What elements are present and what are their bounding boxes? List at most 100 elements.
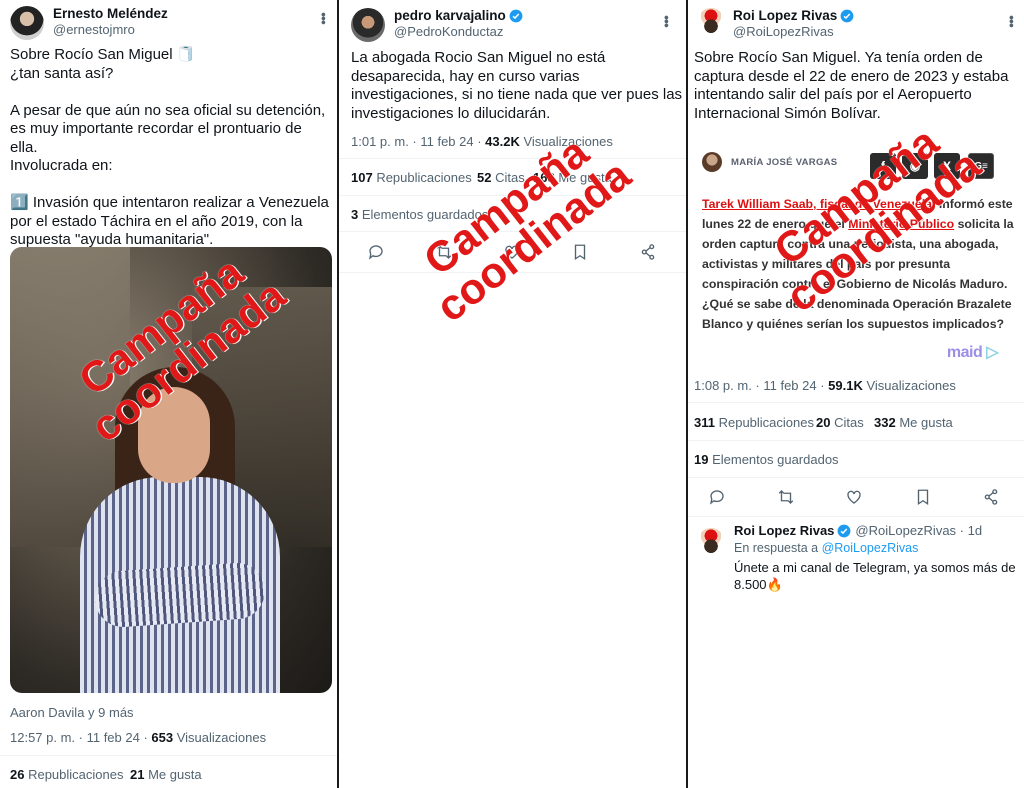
avatar[interactable] (10, 6, 44, 40)
views-count: 43.2K (485, 134, 520, 149)
share-icon[interactable] (639, 243, 657, 261)
tweet-line: Sobre Rocío San Miguel 🧻 (10, 46, 196, 63)
likes-stat[interactable]: 168 Me gusta (533, 170, 612, 185)
timestamp-line: 1:08 p. m. · 11 feb 24 · 59.1K Visualiza… (694, 378, 956, 393)
divider (688, 477, 1024, 478)
more-options-icon[interactable]: ••• (316, 12, 332, 24)
tweet-line: intentando salir del país por el Aeropue… (694, 86, 972, 103)
avatar[interactable] (351, 8, 385, 42)
verified-badge-icon (509, 9, 523, 23)
author-name[interactable]: Ernesto Meléndez (53, 6, 168, 22)
reply-icon[interactable] (367, 243, 385, 261)
article-link[interactable]: Ministerio Público (848, 217, 954, 231)
article-author: MARÍA JOSÉ VARGAS (702, 152, 837, 172)
reply-handle-time[interactable]: @RoiLopezRivas · 1d (855, 523, 982, 538)
views-label: Visualizaciones (519, 134, 613, 149)
tweet-line: 1️⃣ Invasión que intentaron realizar a V… (10, 194, 329, 211)
reposts-stat[interactable]: 26 Republicaciones (10, 767, 123, 782)
x-share-icon[interactable]: X (934, 153, 960, 179)
tweet-line: Internacional Simón Bolívar. (694, 104, 881, 122)
likes-stat[interactable]: 332 Me gusta (874, 415, 953, 430)
tweet-line: A pesar de que aún no sea oficial su det… (10, 101, 326, 119)
reposts-stat[interactable]: 311 Republicaciones (694, 415, 814, 430)
repost-icon[interactable] (777, 488, 795, 506)
tweet-line: es muy importante recordar el prontuario… (10, 120, 302, 156)
bookmark-icon[interactable] (914, 488, 932, 506)
more-options-icon[interactable]: ••• (1004, 15, 1020, 27)
bookmarks-stat[interactable]: 3 Elementos guardados (351, 207, 488, 222)
tweet-header: Ernesto Meléndez @ernestojmro (10, 6, 168, 40)
timestamp[interactable]: 1:08 p. m. · 11 feb 24 · (694, 378, 828, 393)
author-handle[interactable]: @ernestojmro (53, 22, 168, 38)
bookmarks-stat[interactable]: 19 Elementos guardados (694, 452, 839, 467)
tweet-pedro: pedro karvajalino @PedroKonductaz ••• La… (339, 0, 686, 788)
facebook-share-icon[interactable]: f (870, 153, 896, 179)
timestamp[interactable]: 1:01 p. m. · 11 feb 24 · (351, 134, 485, 149)
article-author-avatar (702, 152, 722, 172)
google-news-icon[interactable]: G≡ (968, 153, 994, 179)
whatsapp-share-icon[interactable]: ◉ (902, 153, 928, 179)
reply-avatar[interactable] (698, 528, 724, 554)
repost-icon[interactable] (435, 243, 453, 261)
tweet-line: investigaciones, si no tiene nada que ve… (351, 86, 683, 103)
author-handle[interactable]: @RoiLopezRivas (733, 24, 854, 40)
like-icon[interactable] (845, 488, 863, 506)
divider (688, 516, 1024, 517)
article-author-name: MARÍA JOSÉ VARGAS (731, 156, 838, 168)
tweet-header: pedro karvajalino @PedroKonductaz (351, 8, 523, 42)
tweet-line: Sobre Rocío San Miguel. Ya tenía orden d… (694, 49, 983, 66)
in-reply-prefix: En respuesta a (734, 541, 822, 555)
like-icon[interactable] (503, 243, 521, 261)
divider (688, 402, 1024, 403)
reply-author-name[interactable]: Roi Lopez Rivas (734, 523, 834, 538)
tweet-photo[interactable] (10, 247, 332, 693)
photo-credit[interactable]: Aaron Davila y 9 más (10, 705, 134, 720)
tweet-header: Roi Lopez Rivas @RoiLopezRivas (698, 8, 854, 40)
author-name[interactable]: pedro karvajalino (394, 8, 506, 24)
reply-header: Roi Lopez Rivas @RoiLopezRivas · 1d (734, 523, 982, 538)
tweet-roi: Roi Lopez Rivas @RoiLopezRivas ••• Sobre… (688, 0, 1024, 788)
bookmark-icon[interactable] (571, 243, 589, 261)
reposts-stat[interactable]: 107 Republicaciones (351, 170, 472, 185)
share-icon[interactable] (982, 488, 1000, 506)
tweet-line: Involucrada en: (10, 157, 113, 174)
reply-line: Únete a mi canal de Telegram, ya somos m… (734, 560, 1016, 575)
divider (339, 231, 686, 232)
in-reply-handle-link[interactable]: @RoiLopezRivas (822, 541, 919, 555)
article-text-part: solicita la orden captura contra una per… (702, 217, 1014, 331)
in-reply-to: En respuesta a @RoiLopezRivas (734, 541, 918, 555)
author-name[interactable]: Roi Lopez Rivas (733, 8, 837, 24)
tweet-text: Sobre Rocío San Miguel 🧻 ¿tan santa así?… (10, 46, 330, 250)
likes-stat[interactable]: 21 Me gusta (130, 767, 202, 782)
views-count: 653 (151, 730, 174, 745)
tweet-line: investigaciones lo dilucidarán. (351, 104, 551, 122)
quotes-stat[interactable]: 52 Citas (477, 170, 525, 185)
views-count: 59.1K (828, 378, 863, 393)
views-label: Visualizaciones (173, 730, 267, 745)
views-label: Visualizaciones (862, 378, 956, 393)
author-handle[interactable]: @PedroKonductaz (394, 24, 523, 40)
tweet-line: ¿tan santa así? (10, 64, 114, 82)
action-bar (367, 243, 657, 261)
tweet-ernesto: Ernesto Meléndez @ernestojmro ••• Sobre … (0, 0, 337, 788)
reply-text: Únete a mi canal de Telegram, ya somos m… (734, 559, 1016, 593)
tweet-line: desaparecida, hay en curso varias (351, 67, 580, 85)
article-link[interactable]: Tarek William Saab, fiscal de Venezuela (702, 197, 932, 211)
quotes-stat[interactable]: 20 Citas (816, 415, 864, 430)
reply-icon[interactable] (708, 488, 726, 506)
avatar[interactable] (698, 8, 724, 34)
timestamp[interactable]: 12:57 p. m. · 11 feb 24 · (10, 730, 151, 745)
reply-line: 8.500🔥 (734, 577, 783, 592)
divider (0, 755, 337, 756)
timestamp-line: 1:01 p. m. · 11 feb 24 · 43.2K Visualiza… (351, 134, 613, 149)
divider (339, 272, 686, 273)
tweet-text: La abogada Rocio San Miguel no está desa… (351, 49, 683, 123)
divider (688, 440, 1024, 441)
source-logo-text: maid (946, 344, 983, 361)
source-logo-mark: ▷ (986, 344, 998, 361)
source-logo: maid ▷ (946, 342, 999, 362)
tweet-line: captura desde el 22 de enero de 2023 y e… (694, 67, 1009, 85)
more-options-icon[interactable]: ••• (659, 15, 675, 27)
article-card[interactable]: MARÍA JOSÉ VARGAS f ◉ X G≡ Tarek William… (694, 144, 1018, 368)
